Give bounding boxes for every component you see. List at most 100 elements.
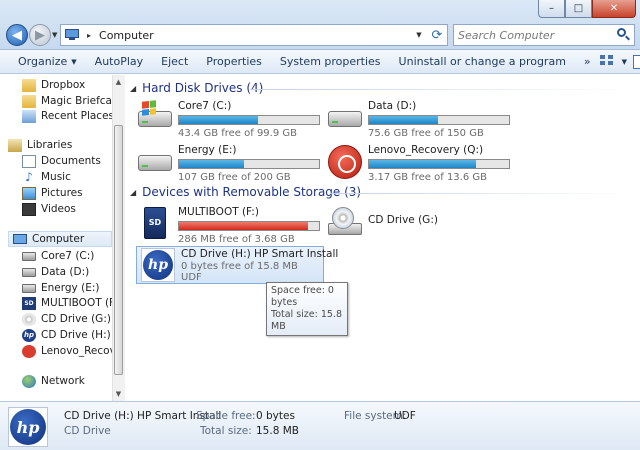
address-dropdown-icon[interactable]: ▼ — [411, 31, 427, 39]
view-options-icon[interactable] — [599, 54, 616, 69]
sidebar-item-computer[interactable]: Computer — [8, 231, 112, 247]
details-total-size-label: Total size: — [200, 425, 252, 437]
videos-icon — [22, 202, 36, 216]
windows-drive-icon — [138, 100, 172, 135]
details-fs-value: UDF — [394, 410, 416, 422]
properties-button[interactable]: Properties — [197, 51, 271, 73]
sidebar-item-data[interactable]: Data (D:) — [22, 264, 124, 280]
autoplay-button[interactable]: AutoPlay — [86, 51, 152, 73]
windows-drive-icon — [22, 251, 36, 261]
sidebar-item-cd-drive-g[interactable]: CD Drive (G:) — [22, 311, 124, 327]
forward-button[interactable]: ▶ — [29, 24, 51, 46]
scroll-down-icon[interactable]: ▼ — [112, 387, 125, 401]
drive-name: CD Drive (H:) HP Smart Install — [181, 248, 339, 260]
drive-usage-bar — [178, 115, 320, 125]
uninstall-program-button[interactable]: Uninstall or change a program — [390, 51, 575, 73]
sidebar-item-label: Energy (E:) — [41, 282, 100, 294]
search-input[interactable] — [454, 28, 614, 42]
music-icon: ♪ — [25, 169, 33, 184]
close-button[interactable]: ✕ — [592, 0, 636, 18]
drive-tile-lenovo-recovery[interactable]: Lenovo_Recovery (Q:) 3.17 GB free of 13.… — [324, 141, 514, 183]
recovery-icon — [22, 344, 36, 358]
sidebar-item-lenovo-recovery[interactable]: Lenovo_Recovery — [22, 343, 124, 359]
back-button[interactable]: ◀ — [6, 24, 28, 46]
sidebar-item-dropbox[interactable]: Dropbox — [22, 77, 124, 93]
libraries-icon — [8, 138, 22, 152]
documents-icon — [22, 154, 36, 168]
hp-icon: hp — [22, 328, 36, 342]
network-icon — [22, 374, 36, 388]
forward-arrow-icon: ▶ — [35, 27, 45, 43]
scrollbar-thumb[interactable] — [114, 125, 123, 375]
drive-tile-energy[interactable]: Energy (E:) 107 GB free of 200 GB — [134, 141, 324, 183]
minimize-button[interactable]: – — [538, 0, 565, 18]
organize-button[interactable]: Organize ▼ — [0, 51, 86, 73]
group-divider — [250, 89, 634, 90]
pictures-icon — [22, 186, 36, 200]
sidebar-item-documents[interactable]: Documents — [22, 153, 124, 169]
drive-tile-cd-drive-g[interactable]: CD Drive (G:) — [324, 203, 514, 245]
sidebar-item-network[interactable]: Network — [22, 373, 124, 389]
scroll-up-icon[interactable]: ▲ — [112, 75, 125, 89]
drive-name: Core7 (C:) — [178, 100, 232, 112]
drive-name: Energy (E:) — [178, 144, 237, 156]
drive-tile-core7[interactable]: Core7 (C:) 43.4 GB free of 99.9 GB — [134, 97, 324, 139]
drive-tile-multiboot[interactable]: SD MULTIBOOT (F:) 286 MB free of 3.68 GB — [134, 203, 324, 245]
search-box[interactable] — [453, 24, 635, 46]
sd-card-icon: SD — [138, 207, 172, 241]
details-space-free-value: 0 bytes — [256, 410, 295, 422]
drive-tile-cd-drive-h[interactable]: hp CD Drive (H:) HP Smart Install 0 byte… — [136, 246, 338, 284]
sidebar-item-libraries[interactable]: Libraries — [8, 137, 120, 153]
preview-pane-icon[interactable] — [633, 54, 640, 69]
sidebar-item-core7[interactable]: Core7 (C:) — [22, 248, 124, 264]
collapse-arrow-icon[interactable]: ◢ — [130, 84, 136, 93]
drive-free-space: 286 MB free of 3.68 GB — [178, 234, 295, 245]
hard-drive-icon — [22, 283, 36, 293]
details-total-size-value: 15.8 MB — [256, 425, 299, 437]
sidebar-item-recent-places[interactable]: Recent Places — [22, 108, 124, 124]
dropbox-icon — [22, 78, 36, 92]
sidebar-item-label: Data (D:) — [41, 266, 90, 278]
group-title: Hard Disk Drives (4) — [142, 81, 264, 95]
refresh-icon[interactable]: ⟳ — [428, 26, 446, 44]
breadcrumb-separator[interactable]: ▸ — [87, 31, 91, 40]
drive-name: Lenovo_Recovery (Q:) — [368, 144, 484, 156]
view-dropdown-icon[interactable]: ▼ — [622, 58, 627, 66]
sidebar-item-pictures[interactable]: Pictures — [22, 185, 124, 201]
window-controls: – □ ✕ — [538, 0, 636, 18]
drive-tile-data[interactable]: Data (D:) 75.6 GB free of 150 GB — [324, 97, 514, 139]
details-space-free-label: Space free: — [196, 410, 256, 422]
eject-button[interactable]: Eject — [152, 51, 197, 73]
content-pane: ◢ Hard Disk Drives (4) Core7 (C:) 43.4 G… — [126, 75, 640, 401]
sidebar-item-label: Core7 (C:) — [41, 250, 95, 262]
recent-pages-dropdown[interactable]: ▼ — [52, 31, 57, 39]
collapse-arrow-icon[interactable]: ◢ — [130, 188, 136, 197]
computer-icon — [65, 29, 81, 41]
sidebar-item-music[interactable]: ♪ Music — [22, 169, 124, 185]
sidebar-item-magic-briefcase[interactable]: Magic Briefcase — [22, 93, 124, 109]
drive-free-space: 3.17 GB free of 13.6 GB — [368, 172, 487, 183]
details-pane: hp CD Drive (H:) HP Smart Install CD Dri… — [0, 401, 640, 450]
sidebar-item-videos[interactable]: Videos — [22, 201, 124, 217]
sidebar-item-cd-drive-h[interactable]: hp CD Drive (H:) HP — [22, 327, 124, 343]
drive-usage-bar — [368, 159, 510, 169]
more-commands-button[interactable]: » — [575, 51, 600, 73]
view-controls: ▼ ? — [599, 54, 640, 70]
breadcrumb-computer[interactable]: Computer — [99, 29, 154, 42]
tooltip-space-free: Space free: 0 bytes — [271, 285, 334, 308]
hp-logo-icon: hp — [141, 248, 175, 282]
search-icon[interactable] — [614, 26, 632, 44]
sidebar-item-label: Recent Places — [41, 110, 115, 122]
sidebar-item-label: Dropbox — [41, 79, 86, 91]
sidebar-item-energy[interactable]: Energy (E:) — [22, 280, 124, 296]
maximize-button[interactable]: □ — [565, 0, 592, 18]
group-divider — [330, 193, 634, 194]
group-header-removable[interactable]: ◢ Devices with Removable Storage (3) — [130, 185, 361, 199]
system-properties-button[interactable]: System properties — [271, 51, 390, 73]
sidebar-item-multiboot[interactable]: SD MULTIBOOT (F:) — [22, 295, 124, 311]
group-header-hard-disks[interactable]: ◢ Hard Disk Drives (4) — [130, 81, 263, 95]
cd-drive-icon — [22, 312, 36, 326]
group-title: Devices with Removable Storage (3) — [142, 185, 362, 199]
sidebar-item-label: CD Drive (G:) — [41, 313, 111, 325]
address-bar[interactable]: ▸ Computer ▼ — [60, 24, 448, 46]
